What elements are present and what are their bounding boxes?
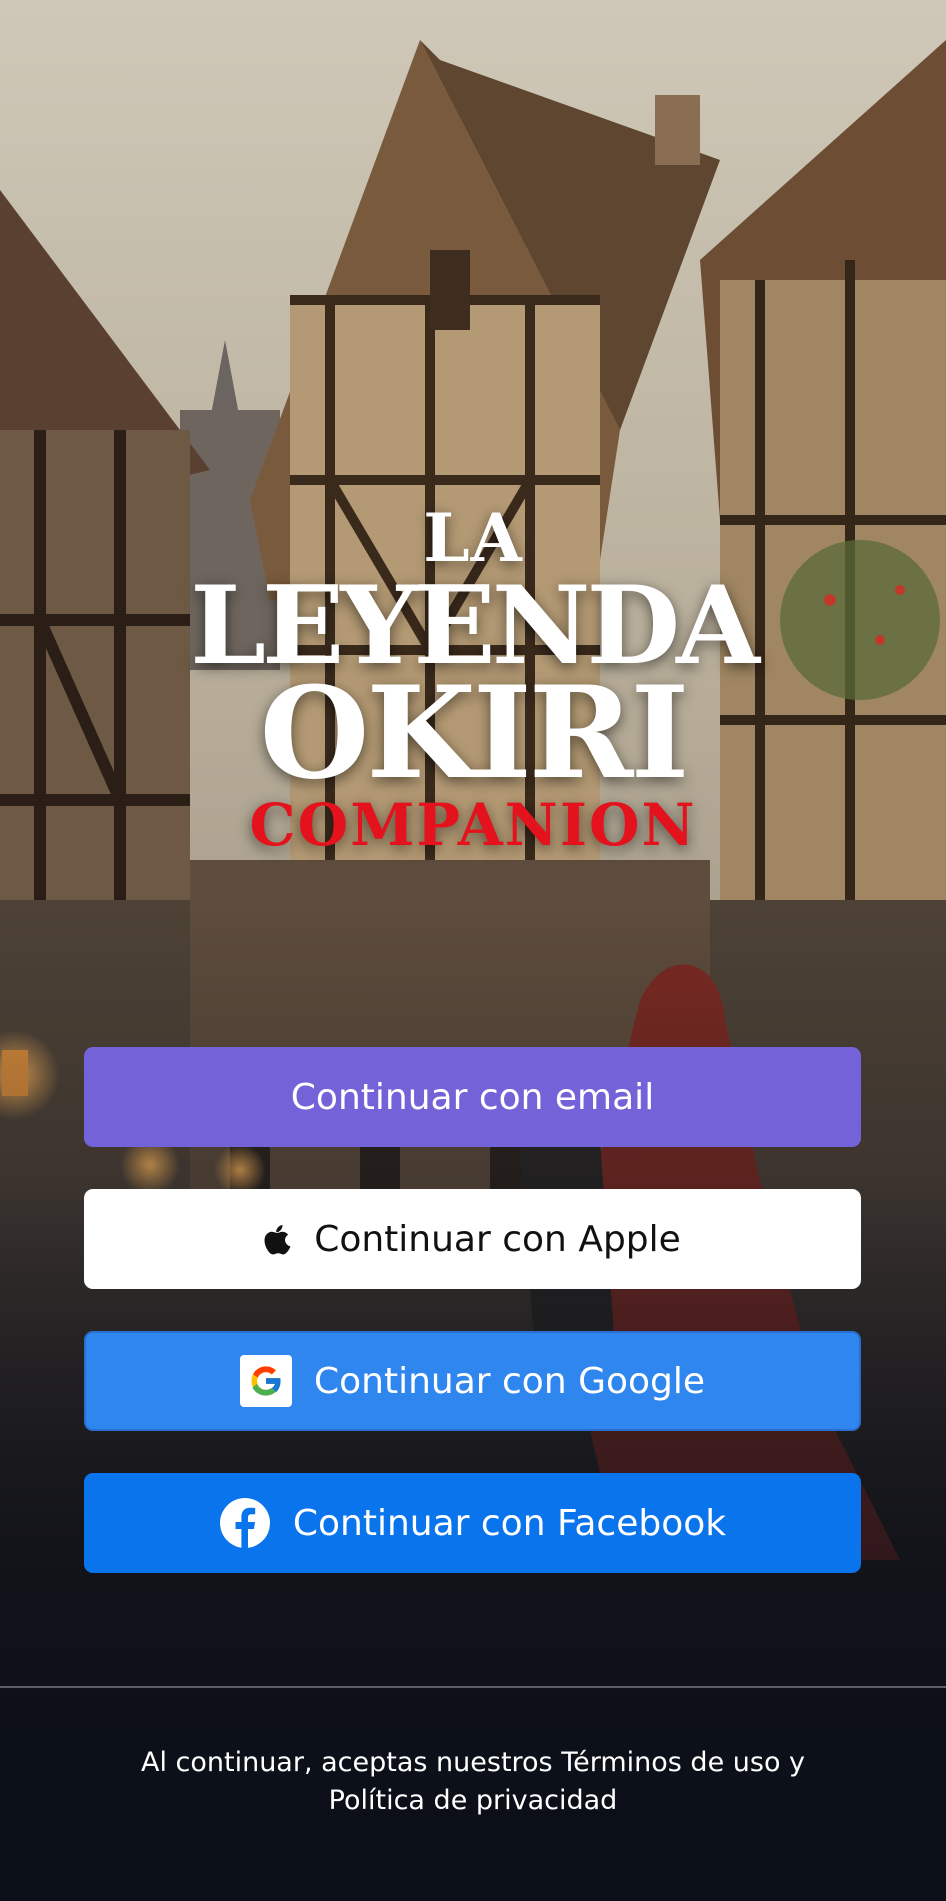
continue-with-google-button[interactable]: Continuar con Google xyxy=(84,1331,861,1431)
email-button-label: Continuar con email xyxy=(290,1076,655,1118)
logo-line-la: LA xyxy=(423,499,523,577)
facebook-button-label: Continuar con Facebook xyxy=(292,1502,727,1544)
continue-with-apple-button[interactable]: Continuar con Apple xyxy=(84,1189,861,1289)
divider xyxy=(0,1686,946,1688)
continue-with-facebook-button[interactable]: Continuar con Facebook xyxy=(84,1473,861,1573)
logo-line-okiri: OKIRI xyxy=(259,659,690,807)
legal-notice: Al continuar, aceptas nuestros Términos … xyxy=(0,1744,946,1820)
background-illustration xyxy=(0,0,946,1901)
google-button-label: Continuar con Google xyxy=(313,1360,706,1402)
legal-line-terms[interactable]: Al continuar, aceptas nuestros Términos … xyxy=(0,1744,946,1782)
app-logo: LA LEYENDA OKIRI COMPANION xyxy=(0,505,946,857)
apple-button-label: Continuar con Apple xyxy=(314,1218,681,1260)
facebook-icon xyxy=(219,1497,271,1549)
continue-with-email-button[interactable]: Continuar con email xyxy=(84,1047,861,1147)
logo-line-companion: COMPANION xyxy=(249,791,697,859)
apple-icon xyxy=(264,1223,292,1255)
legal-line-privacy[interactable]: Política de privacidad xyxy=(0,1782,946,1820)
google-icon xyxy=(239,1355,292,1407)
